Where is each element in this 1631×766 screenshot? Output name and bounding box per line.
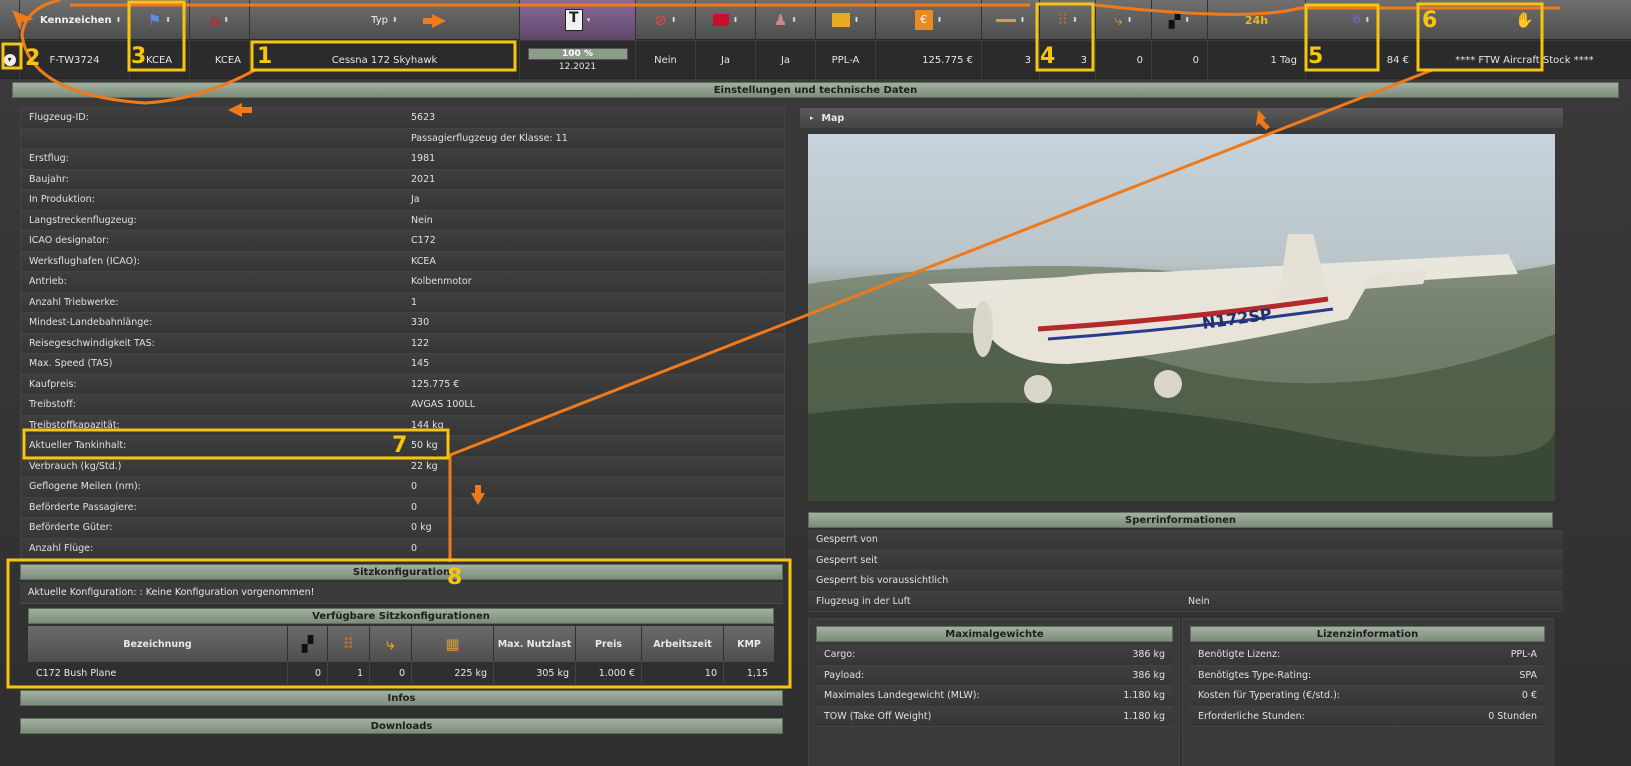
- highlight-type: [250, 40, 517, 72]
- arrow-up-left-icon: [1256, 110, 1270, 130]
- annotation-number-6: 6: [1422, 8, 1438, 33]
- app-window: Kennzeichen ⬍ ⚑ ⬍ ⌂ ⬍ Typ ⬍ T ▾ ⊘ ⬍ ⬍ ♟ ⬍ ⬍ € ⬍: [0, 0, 1631, 766]
- annotation-number-4: 4: [1040, 44, 1056, 69]
- arrow-left-icon: [228, 103, 252, 117]
- annotation-overlay: [1, 0, 1560, 689]
- annotation-number-1: 1: [257, 44, 273, 69]
- annotation-number-3: 3: [131, 44, 147, 69]
- annotation-number-2: 2: [25, 46, 41, 71]
- annotation-line-diagonal: [449, 68, 1433, 457]
- annotation-number-5: 5: [1308, 44, 1324, 69]
- arrow-right-icon: [423, 14, 446, 28]
- highlight-expand: [1, 42, 23, 70]
- annotation-number-8: 8: [447, 565, 463, 590]
- arrow-down-icon: [471, 485, 485, 505]
- annotation-number-7: 7: [392, 433, 408, 458]
- highlight-seat-config: [6, 558, 792, 689]
- highlight-fuel: [22, 428, 450, 460]
